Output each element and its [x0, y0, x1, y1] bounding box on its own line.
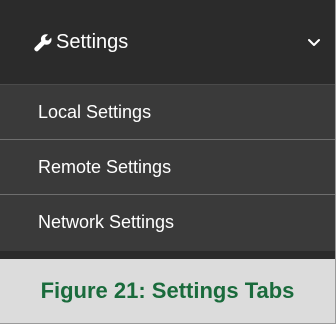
tab-remote-settings-label: Remote Settings [38, 157, 172, 177]
tab-network-settings-label: Network Settings [38, 212, 175, 232]
tab-remote-settings[interactable]: Remote Settings [0, 139, 335, 194]
tab-network-settings[interactable]: Network Settings [0, 194, 335, 251]
settings-menu-title: Settings [56, 31, 129, 53]
tab-local-settings-label: Local Settings [38, 102, 152, 122]
tab-local-settings[interactable]: Local Settings [0, 84, 335, 139]
settings-menu-figure: Settings Local Settings Remote Settings … [0, 0, 335, 323]
settings-menu-header[interactable]: Settings [0, 0, 335, 84]
figure-caption: Figure 21: Settings Tabs [0, 259, 335, 323]
settings-tabs-list: Local Settings Remote Settings Network S… [0, 84, 335, 251]
figure-caption-text: Figure 21: Settings Tabs [40, 278, 295, 303]
